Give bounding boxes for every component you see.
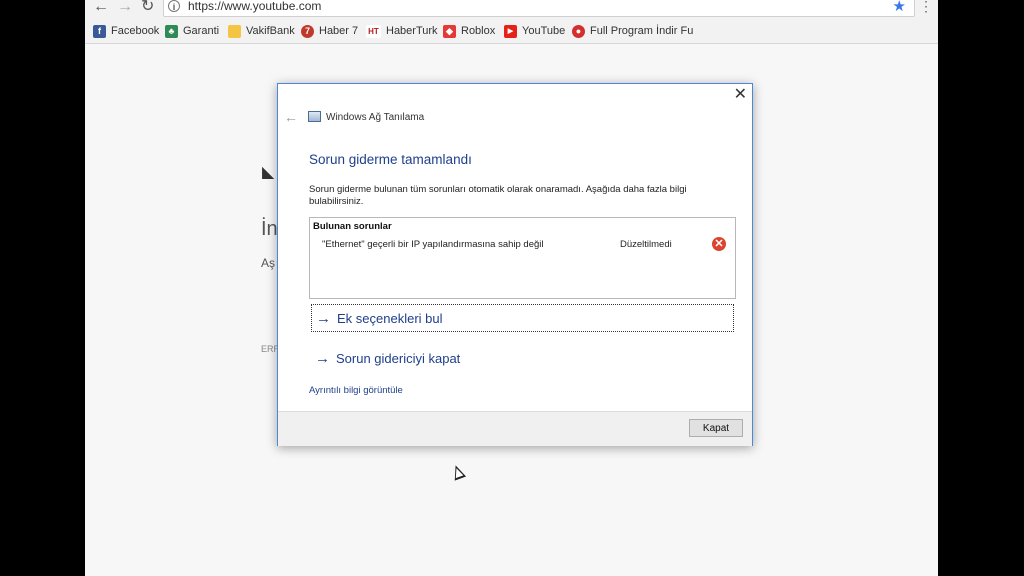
youtube-icon: ▶ — [504, 24, 517, 38]
bookmark-label: VakifBank — [246, 25, 295, 37]
info-icon[interactable]: i — [168, 0, 180, 12]
bg-text: Aş — [261, 256, 276, 270]
haberturk-icon: HT — [366, 24, 381, 38]
roblox-icon: ◆ — [443, 24, 456, 38]
option-label: Ek seçenekleri bul — [337, 310, 443, 326]
problems-header: Bulunan sorunlar — [313, 221, 392, 232]
bookmark-label: Full Program İndir Fu — [590, 25, 694, 37]
view-details-link[interactable]: Ayrıntılı bilgi görüntüle — [309, 385, 403, 396]
error-icon: ✕ — [712, 237, 726, 251]
dialog-footer: Kapat — [278, 411, 752, 446]
address-bar[interactable]: i https://www.youtube.com ★ — [163, 0, 915, 17]
bg-heading: İn — [261, 218, 278, 240]
network-diagnostics-icon — [308, 111, 321, 122]
browser-toolbar: ← → ↻ i https://www.youtube.com ★ ⋮ — [85, 0, 938, 19]
bookmark-label: HaberTurk — [386, 25, 438, 37]
bookmark-label: Roblox — [461, 25, 496, 37]
url-text: https://www.youtube.com — [188, 0, 322, 13]
close-icon[interactable]: ✕ — [734, 84, 747, 104]
bookmark-garanti[interactable]: ♣ Garanti — [165, 23, 219, 39]
problem-description[interactable]: "Ethernet" geçerli bir IP yapılandırması… — [322, 239, 544, 250]
close-troubleshooter-button[interactable]: → Sorun gidericiyi kapat — [311, 344, 734, 372]
bookmark-youtube[interactable]: ▶ YouTube — [504, 23, 565, 39]
forward-icon[interactable]: → — [117, 0, 133, 16]
dialog-app-title: Windows Ağ Tanılama — [326, 112, 425, 123]
folder-icon — [228, 24, 241, 38]
menu-icon[interactable]: ⋮ — [919, 0, 933, 15]
bookmark-roblox[interactable]: ◆ Roblox — [443, 23, 495, 39]
bookmark-label: YouTube — [522, 25, 566, 37]
bookmark-facebook[interactable]: f Facebook — [93, 23, 159, 39]
problems-box: Bulunan sorunlar "Ethernet" geçerli bir … — [309, 217, 736, 299]
bookmark-label: Haber 7 — [319, 25, 359, 37]
find-more-options-button[interactable]: → Ek seçenekleri bul — [311, 304, 734, 332]
facebook-icon: f — [93, 24, 106, 38]
arrow-right-icon: → — [316, 309, 331, 327]
option-label: Sorun gidericiyi kapat — [336, 350, 461, 366]
back-icon[interactable]: ← — [93, 0, 109, 16]
network-diagnostics-dialog: ✕ ← Windows Ağ Tanılama Sorun giderme ta… — [277, 83, 753, 446]
bookmark-vakifbank[interactable]: VakifBank — [228, 23, 295, 39]
back-arrow-icon[interactable]: ← — [284, 109, 298, 125]
dialog-heading: Sorun giderme tamamlandı — [309, 152, 472, 167]
bookmark-label: Garanti — [183, 25, 220, 37]
program-icon: ● — [572, 24, 585, 38]
close-button[interactable]: Kapat — [689, 419, 743, 437]
garanti-icon: ♣ — [165, 24, 178, 38]
arrow-right-icon: → — [315, 349, 330, 367]
problem-status: Düzeltilmedi — [620, 239, 672, 250]
bookmark-haberturk[interactable]: HT HaberTurk — [366, 23, 438, 39]
reload-icon[interactable]: ↻ — [141, 0, 154, 16]
bookmarks-bar: f Facebook ♣ Garanti VakifBank 7 Haber 7… — [85, 19, 938, 44]
dino-icon: ◣ — [262, 164, 275, 181]
bookmark-full-program[interactable]: ● Full Program İndir Fu — [572, 23, 693, 39]
bookmark-label: Facebook — [111, 25, 160, 37]
screen: ← → ↻ i https://www.youtube.com ★ ⋮ f Fa… — [85, 0, 938, 576]
dialog-description: Sorun giderme bulunan tüm sorunları otom… — [309, 184, 687, 207]
haber7-icon: 7 — [301, 24, 314, 38]
bookmark-star-icon[interactable]: ★ — [893, 0, 906, 15]
bookmark-haber7[interactable]: 7 Haber 7 — [301, 23, 358, 39]
